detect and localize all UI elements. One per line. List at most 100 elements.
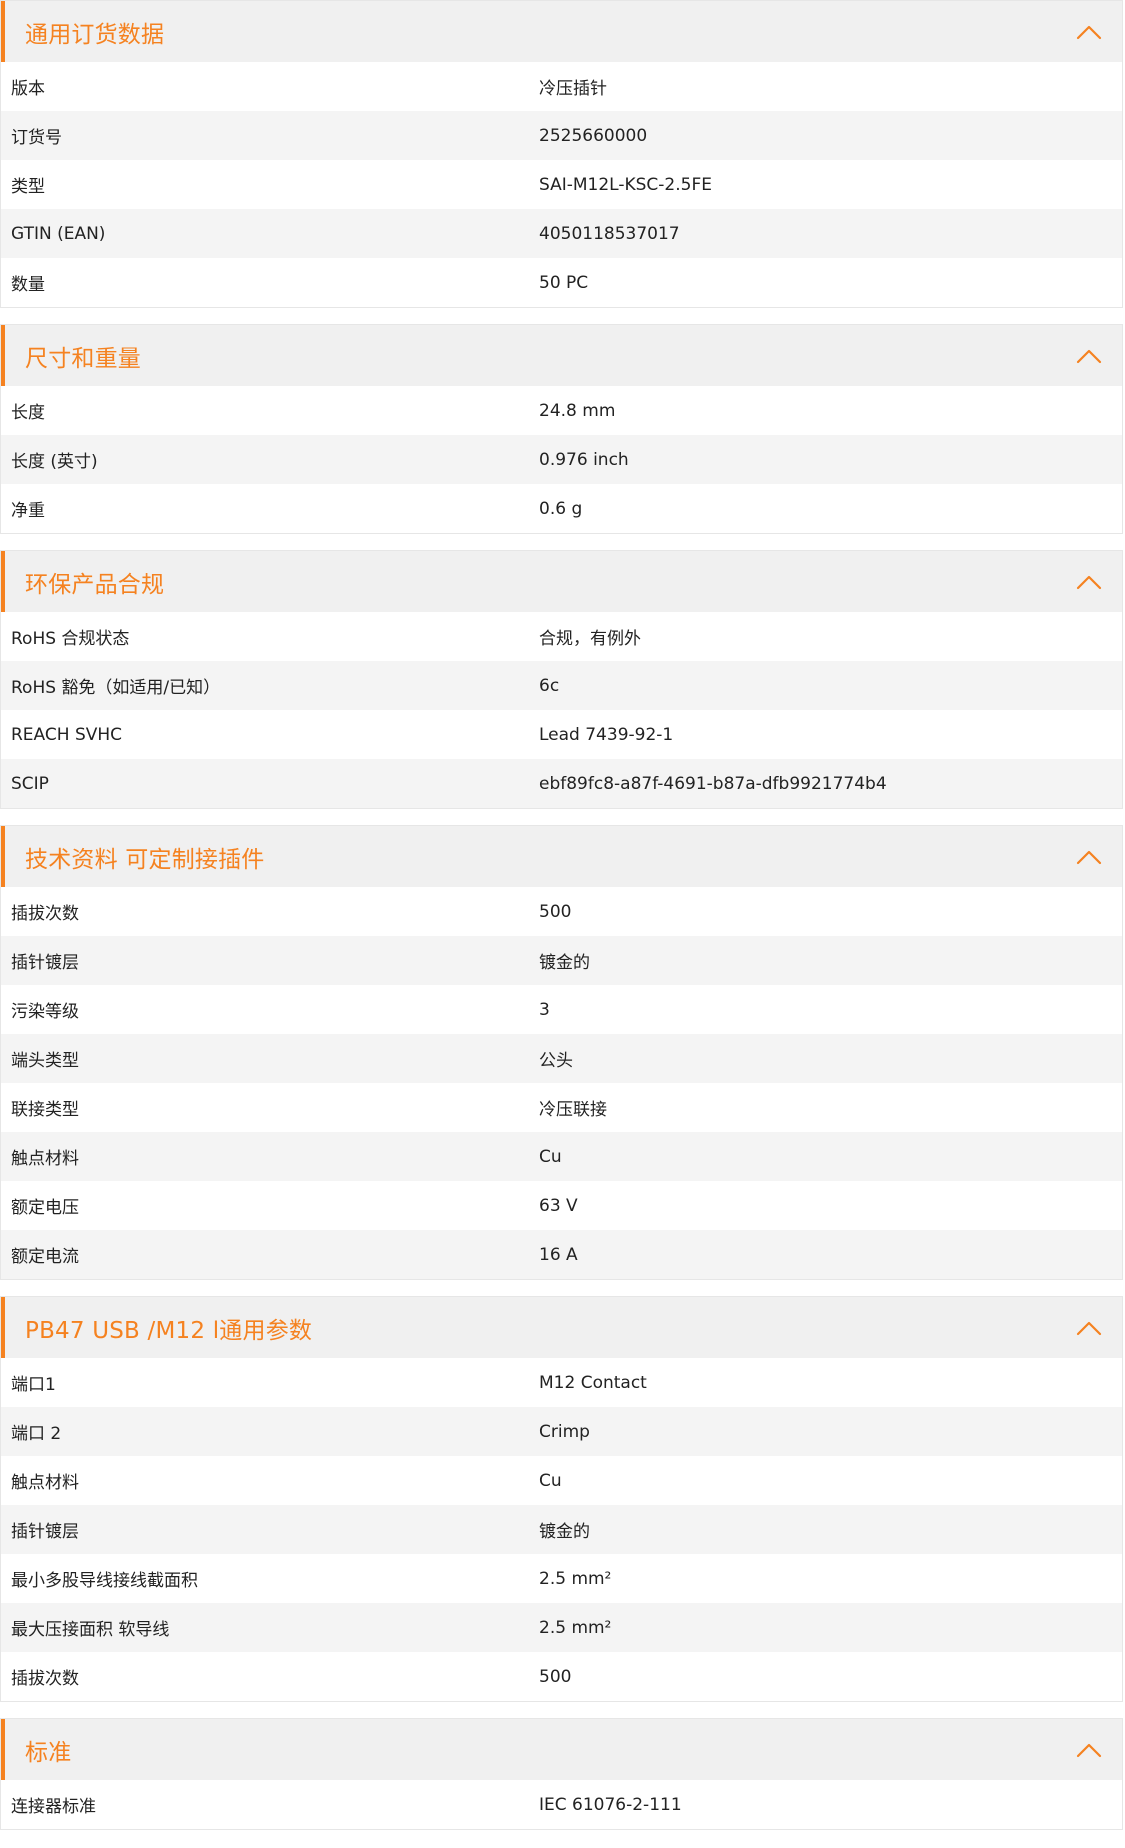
spec-row: 版本 冷压插针 xyxy=(1,62,1122,111)
chevron-up-icon[interactable] xyxy=(1074,847,1104,867)
spec-value: 63 V xyxy=(539,1195,578,1216)
spec-row: 端头类型 公头 xyxy=(1,1034,1122,1083)
spec-label: 最大压接面积 软导线 xyxy=(11,1620,170,1640)
chevron-up-icon[interactable] xyxy=(1074,1740,1104,1760)
spec-row: 额定电流 16 A xyxy=(1,1230,1122,1279)
spec-section: 通用订货数据版本 冷压插针 订货号 2525660000 类型 SAI-M12L-KSC-… xyxy=(0,0,1123,308)
spec-section: 环保产品合规 RoHS 合规状态 合规，有例外 RoHS 豁免（如适用/已知） 6c RE… xyxy=(0,550,1123,809)
chevron-up-icon[interactable] xyxy=(1074,346,1104,366)
spec-value: 500 xyxy=(539,901,572,922)
section-header-toggle[interactable]: 技术资料 可定制接插件 xyxy=(1,826,1122,887)
spec-row: GTIN (EAN) 4050118537017 xyxy=(1,209,1122,258)
spec-row: SCIP ebf89fc8-a87f-4691-b87a-dfb9921774b4 xyxy=(1,759,1122,808)
spec-value: 4050118537017 xyxy=(539,223,680,244)
spec-value: Cu xyxy=(539,1470,562,1491)
spec-row: 端口 2 Crimp xyxy=(1,1407,1122,1456)
section-header-toggle[interactable]: 标准 xyxy=(1,1719,1122,1780)
spec-label: 端口1 xyxy=(11,1375,56,1395)
spec-label: 插针镀层 xyxy=(11,953,79,973)
spec-value: 合规，有例外 xyxy=(539,629,641,649)
spec-value: 0.6 g xyxy=(539,498,583,519)
section-gap xyxy=(0,809,1125,825)
spec-value: 冷压插针 xyxy=(539,79,607,99)
spec-value: 50 PC xyxy=(539,272,589,293)
section-rows: RoHS 合规状态 合规，有例外 RoHS 豁免（如适用/已知） 6c REACH SV… xyxy=(1,612,1122,808)
spec-label: 净重 xyxy=(11,501,45,521)
spec-row: 最大压接面积 软导线 2.5 mm² xyxy=(1,1603,1122,1652)
spec-value: ebf89fc8-a87f-4691-b87a-dfb9921774b4 xyxy=(539,773,887,794)
spec-label: 污染等级 xyxy=(11,1002,79,1022)
product-spec-page: 通用订货数据版本 冷压插针 订货号 2525660000 类型 SAI-M12L-KSC-… xyxy=(0,0,1125,1830)
spec-row: REACH SVHC Lead 7439-92-1 xyxy=(1,710,1122,759)
spec-value: Crimp xyxy=(539,1421,590,1442)
spec-label: 触点材料 xyxy=(11,1473,79,1493)
spec-row: 联接类型 冷压联接 xyxy=(1,1083,1122,1132)
spec-label: 联接类型 xyxy=(11,1100,79,1120)
spec-row: 最小多股导线接线截面积 2.5 mm² xyxy=(1,1554,1122,1603)
spec-value: Cu xyxy=(539,1146,562,1167)
section-rows: 长度 24.8 mm 长度 (英寸) 0.976 inch 净重 0.6 g xyxy=(1,386,1122,533)
spec-row: 触点材料 Cu xyxy=(1,1132,1122,1181)
spec-row: 数量 50 PC xyxy=(1,258,1122,307)
section-rows: 端口1 M12 Contact 端口 2 Crimp 触点材料 Cu 插针镀层 镀金的最小多股… xyxy=(1,1358,1122,1701)
section-header-toggle[interactable]: 环保产品合规 xyxy=(1,551,1122,612)
spec-value: Lead 7439-92-1 xyxy=(539,724,674,745)
spec-value: IEC 61076-2-111 xyxy=(539,1794,682,1815)
spec-label: SCIP xyxy=(11,773,49,794)
spec-label: 额定电流 xyxy=(11,1247,79,1267)
spec-value: 0.976 inch xyxy=(539,449,629,470)
spec-section: 标准连接器标准 IEC 61076-2-111 xyxy=(0,1718,1123,1830)
spec-value: 冷压联接 xyxy=(539,1100,607,1120)
spec-value: 6c xyxy=(539,675,560,696)
spec-value: 公头 xyxy=(539,1051,573,1071)
section-gap xyxy=(0,1702,1125,1718)
spec-row: 净重 0.6 g xyxy=(1,484,1122,533)
section-rows: 版本 冷压插针 订货号 2525660000 类型 SAI-M12L-KSC-2.5FE G… xyxy=(1,62,1122,307)
spec-row: 长度 24.8 mm xyxy=(1,386,1122,435)
section-title: 通用订货数据 xyxy=(25,21,165,48)
spec-label: 最小多股导线接线截面积 xyxy=(11,1571,198,1591)
spec-section: 技术资料 可定制接插件 插拔次数 500 插针镀层 镀金的 污染等级 3 端头类型 公头 联接类型… xyxy=(0,825,1123,1280)
spec-value: 镀金的 xyxy=(539,1522,590,1542)
spec-label: 端头类型 xyxy=(11,1051,79,1071)
spec-value: 16 A xyxy=(539,1244,578,1265)
spec-label: 连接器标准 xyxy=(11,1797,96,1817)
chevron-up-icon[interactable] xyxy=(1074,572,1104,592)
section-header-toggle[interactable]: PB47 USB /M12 l通用参数 xyxy=(1,1297,1122,1358)
section-header-toggle[interactable]: 尺寸和重量 xyxy=(1,325,1122,386)
spec-value: 500 xyxy=(539,1666,572,1687)
spec-value: 2.5 mm² xyxy=(539,1568,612,1589)
spec-row: 额定电压 63 V xyxy=(1,1181,1122,1230)
chevron-up-icon[interactable] xyxy=(1074,22,1104,42)
spec-label: 类型 xyxy=(11,177,45,197)
spec-label: 插拔次数 xyxy=(11,1669,79,1689)
spec-label: 长度 xyxy=(11,403,45,423)
spec-row: 长度 (英寸) 0.976 inch xyxy=(1,435,1122,484)
chevron-up-icon[interactable] xyxy=(1074,1318,1104,1338)
section-gap xyxy=(0,1280,1125,1296)
spec-row: 触点材料 Cu xyxy=(1,1456,1122,1505)
spec-section: 尺寸和重量长度 24.8 mm 长度 (英寸) 0.976 inch 净重 0.6 g xyxy=(0,324,1123,534)
spec-value: 3 xyxy=(539,999,550,1020)
section-title: 技术资料 可定制接插件 xyxy=(25,846,265,873)
spec-row: 插针镀层 镀金的 xyxy=(1,1505,1122,1554)
spec-row: 端口1 M12 Contact xyxy=(1,1358,1122,1407)
spec-label: 端口 2 xyxy=(11,1424,62,1444)
section-title: 环保产品合规 xyxy=(25,571,165,598)
spec-section: PB47 USB /M12 l通用参数端口1 M12 Contact 端口 2 Cri… xyxy=(0,1296,1123,1702)
spec-row: RoHS 合规状态 合规，有例外 xyxy=(1,612,1122,661)
section-header-toggle[interactable]: 通用订货数据 xyxy=(1,1,1122,62)
spec-value: 2.5 mm² xyxy=(539,1617,612,1638)
spec-label: 额定电压 xyxy=(11,1198,79,1218)
spec-row: 类型 SAI-M12L-KSC-2.5FE xyxy=(1,160,1122,209)
spec-value: 镀金的 xyxy=(539,953,590,973)
section-gap xyxy=(0,308,1125,324)
spec-row: 订货号 2525660000 xyxy=(1,111,1122,160)
spec-label: 插针镀层 xyxy=(11,1522,79,1542)
spec-value: M12 Contact xyxy=(539,1372,647,1393)
spec-label: RoHS 豁免（如适用/已知） xyxy=(11,678,221,698)
spec-label: RoHS 合规状态 xyxy=(11,629,130,649)
spec-row: RoHS 豁免（如适用/已知） 6c xyxy=(1,661,1122,710)
section-title: 尺寸和重量 xyxy=(25,345,141,372)
section-rows: 插拔次数 500 插针镀层 镀金的 污染等级 3 端头类型 公头 联接类型 冷压联接 触点材料 Cu 额… xyxy=(1,887,1122,1279)
